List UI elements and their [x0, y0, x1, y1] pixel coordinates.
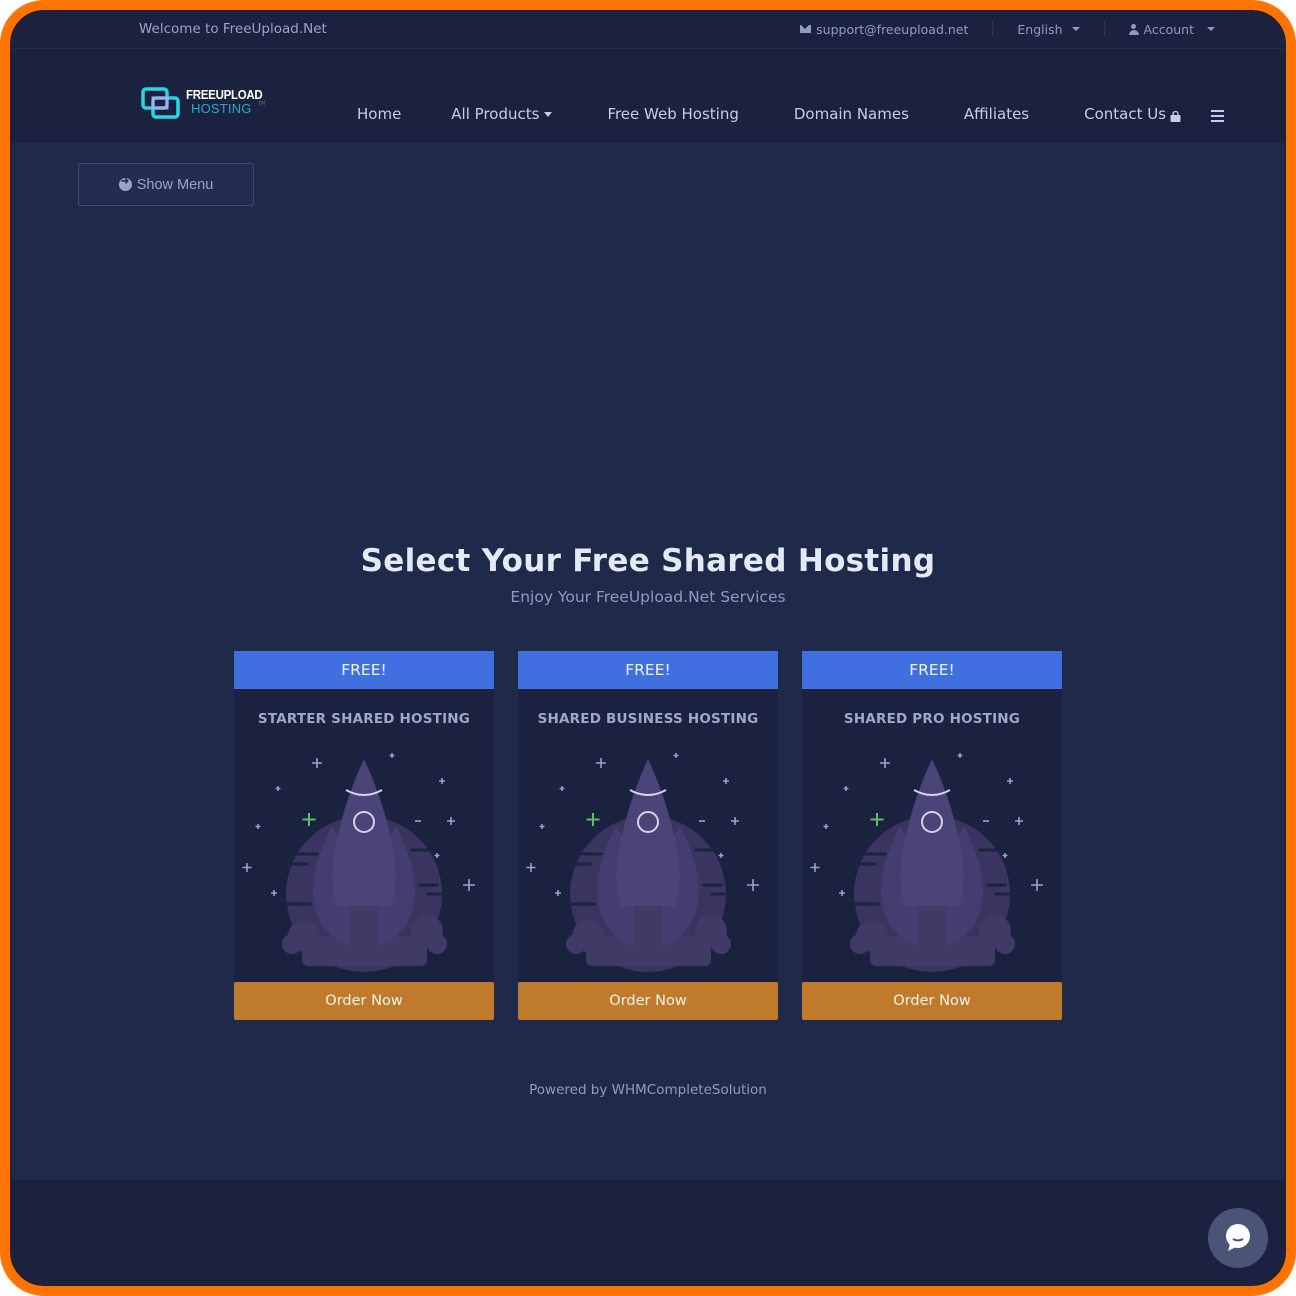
nav-label: Home: [357, 105, 402, 123]
browser-viewport: Welcome to FreeUpload.Net support@freeup…: [10, 10, 1286, 1286]
caret-down-icon: [1207, 27, 1215, 31]
top-bar: Welcome to FreeUpload.Net support@freeup…: [11, 11, 1285, 49]
nav-domain-names[interactable]: Domain Names: [794, 105, 909, 123]
rocket-illustration-icon: [526, 753, 759, 972]
logo-trademark: TM: [258, 101, 266, 107]
nav-links: Home All Products Free Web Hosting Domai…: [357, 105, 1166, 123]
support-email: support@freeupload.net: [816, 21, 969, 37]
rocket-illustration-icon: [810, 753, 1043, 972]
page-subtitle: Enjoy Your FreeUpload.Net Services: [510, 588, 786, 606]
envelope-icon: [800, 25, 812, 33]
top-bar-right: support@freeupload.net English Account: [800, 21, 1215, 37]
nav-label: Contact Us: [1084, 105, 1167, 123]
nav-label: All Products: [451, 105, 540, 123]
language-selector[interactable]: English: [1017, 21, 1080, 37]
plans-grid: FREE! STARTER SHARED HOSTING Order Now F…: [234, 651, 1062, 1020]
plan-name: SHARED PRO HOSTING: [843, 711, 1021, 727]
plan-name: STARTER SHARED HOSTING: [257, 711, 471, 727]
chat-bubble-icon: [1226, 1224, 1250, 1251]
main-navbar: FREEUPLOAD HOSTING TM Home All Products …: [11, 49, 1285, 143]
plan-card: FREE! SHARED BUSINESS HOSTING Order Now: [518, 651, 778, 1020]
device-frame: Welcome to FreeUpload.Net support@freeup…: [0, 0, 1296, 1296]
show-menu-label: Show Menu: [136, 176, 214, 193]
order-now-button[interactable]: Order Now: [234, 982, 494, 1020]
plan-card: FREE! STARTER SHARED HOSTING Order Now: [234, 651, 494, 1020]
page-title: Select Your Free Shared Hosting: [360, 543, 936, 579]
welcome-text: Welcome to FreeUpload.Net: [139, 21, 327, 37]
plan-name: SHARED BUSINESS HOSTING: [537, 711, 759, 727]
show-menu-button[interactable]: Show Menu: [78, 163, 254, 206]
footer: [11, 1180, 1285, 1285]
arrow-circle-right-icon: [118, 176, 132, 191]
rocket-illustration-icon: [242, 753, 475, 972]
order-now-button[interactable]: Order Now: [802, 982, 1062, 1020]
plan-badge: FREE!: [234, 651, 494, 689]
support-email-link[interactable]: support@freeupload.net: [800, 22, 968, 37]
language-label: English: [1017, 21, 1063, 37]
plan-badge: FREE!: [802, 651, 1062, 689]
nav-contact-us[interactable]: Contact Us: [1084, 105, 1166, 123]
divider: [1103, 21, 1105, 37]
user-icon: [1128, 23, 1139, 35]
plan-badge: FREE!: [518, 651, 778, 689]
nav-label: Domain Names: [793, 105, 909, 123]
nav-free-web-hosting[interactable]: Free Web Hosting: [607, 105, 738, 123]
hamburger-icon[interactable]: [1211, 110, 1224, 122]
account-label: Account: [1143, 21, 1194, 37]
nav-home[interactable]: Home: [357, 105, 401, 123]
powered-by-text: Powered by WHMCompleteSolution: [529, 1082, 767, 1098]
logo[interactable]: FREEUPLOAD HOSTING TM: [141, 87, 265, 123]
account-menu[interactable]: Account: [1128, 21, 1215, 37]
plan-card: FREE! SHARED PRO HOSTING Order Now: [802, 651, 1062, 1020]
caret-down-icon: [544, 111, 553, 117]
logo-text-primary: FREEUPLOAD: [186, 88, 263, 102]
nav-label: Affiliates: [963, 105, 1030, 123]
nav-label: Free Web Hosting: [607, 105, 739, 123]
order-now-button[interactable]: Order Now: [518, 982, 778, 1020]
nav-all-products[interactable]: All Products: [451, 105, 553, 123]
shopping-bag-icon[interactable]: [1170, 111, 1181, 122]
divider: [992, 21, 994, 37]
nav-affiliates[interactable]: Affiliates: [964, 105, 1029, 123]
logo-mark-icon: [141, 87, 180, 119]
chat-widget-button[interactable]: [1208, 1208, 1268, 1268]
logo-text-secondary: HOSTING: [191, 101, 252, 116]
caret-down-icon: [1071, 27, 1080, 31]
